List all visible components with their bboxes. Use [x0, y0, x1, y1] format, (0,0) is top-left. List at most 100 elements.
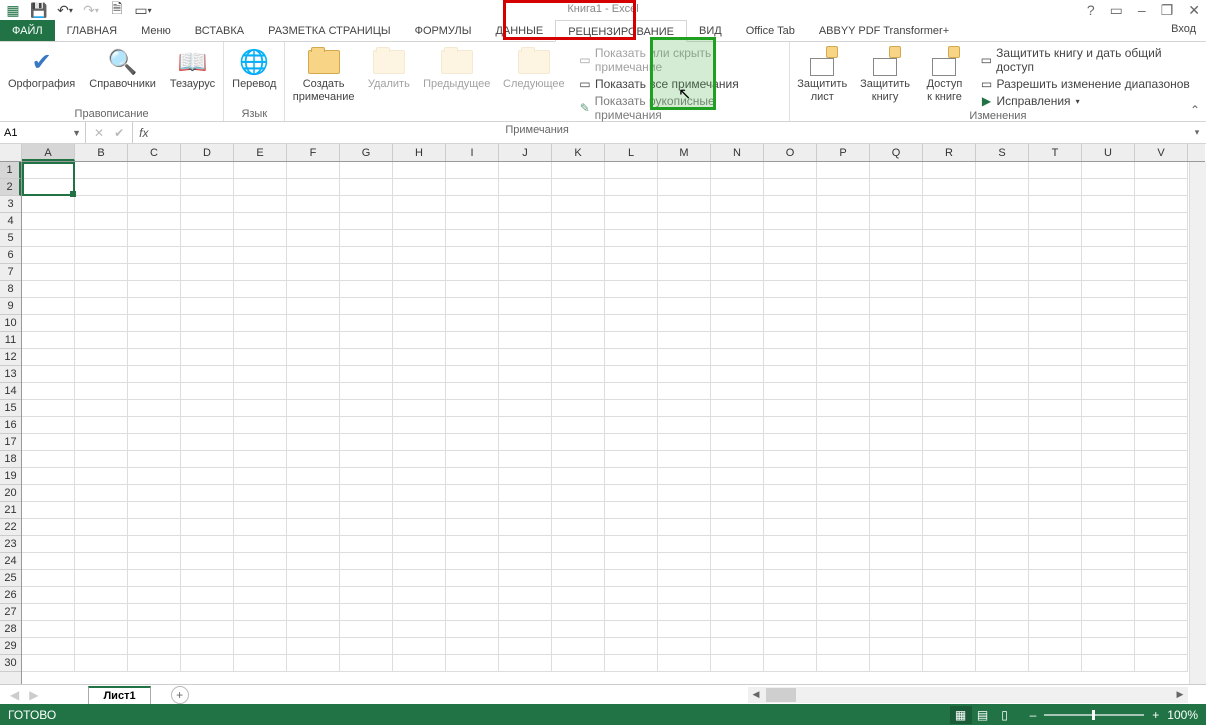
restore-icon[interactable]: ❐ [1161, 2, 1174, 19]
cell[interactable] [764, 655, 817, 672]
cell[interactable] [22, 553, 75, 570]
cell[interactable] [393, 604, 446, 621]
cell[interactable] [1029, 332, 1082, 349]
cell[interactable] [1135, 247, 1188, 264]
cell[interactable] [923, 553, 976, 570]
cell[interactable] [181, 332, 234, 349]
cell[interactable] [870, 247, 923, 264]
cell[interactable] [446, 553, 499, 570]
view-page-break-icon[interactable]: ▯ [994, 706, 1016, 724]
cell[interactable] [976, 230, 1029, 247]
row-header[interactable]: 29 [0, 638, 21, 655]
cell[interactable] [1029, 400, 1082, 417]
cell[interactable] [605, 179, 658, 196]
cell[interactable] [976, 332, 1029, 349]
cell[interactable] [923, 196, 976, 213]
cell[interactable] [22, 230, 75, 247]
cell[interactable] [446, 366, 499, 383]
cell[interactable] [1082, 247, 1135, 264]
cell[interactable] [181, 468, 234, 485]
cell[interactable] [658, 213, 711, 230]
cell[interactable] [393, 468, 446, 485]
row-header[interactable]: 15 [0, 400, 21, 417]
cell[interactable] [658, 383, 711, 400]
cell[interactable] [552, 468, 605, 485]
cell[interactable] [817, 281, 870, 298]
cell[interactable] [340, 196, 393, 213]
sign-in-link[interactable]: Вход [1161, 20, 1206, 41]
cell[interactable] [75, 213, 128, 230]
cell[interactable] [976, 400, 1029, 417]
cell[interactable] [446, 587, 499, 604]
cell[interactable] [128, 553, 181, 570]
cell[interactable] [1029, 536, 1082, 553]
cell[interactable] [870, 638, 923, 655]
cell[interactable] [605, 451, 658, 468]
previous-comment-button[interactable]: Предыдущее [420, 44, 494, 93]
cell[interactable] [711, 519, 764, 536]
cell[interactable] [976, 604, 1029, 621]
cell[interactable] [764, 587, 817, 604]
share-workbook-button[interactable]: Доступ к книге [919, 44, 969, 106]
cell[interactable] [605, 213, 658, 230]
cell[interactable] [711, 451, 764, 468]
cell[interactable] [711, 553, 764, 570]
cell[interactable] [75, 179, 128, 196]
cell[interactable] [128, 196, 181, 213]
cell[interactable] [923, 434, 976, 451]
cell[interactable] [393, 638, 446, 655]
cell[interactable] [340, 298, 393, 315]
cell[interactable] [711, 162, 764, 179]
cell[interactable] [446, 315, 499, 332]
cell[interactable] [923, 451, 976, 468]
cell[interactable] [22, 332, 75, 349]
zoom-in-icon[interactable]: + [1152, 708, 1159, 722]
column-header[interactable]: E [234, 144, 287, 161]
horizontal-scrollbar[interactable]: ◀ ▶ [748, 687, 1188, 703]
cell[interactable] [870, 604, 923, 621]
cell[interactable] [552, 485, 605, 502]
column-header[interactable]: M [658, 144, 711, 161]
cell[interactable] [75, 621, 128, 638]
row-header[interactable]: 26 [0, 587, 21, 604]
cell[interactable] [711, 298, 764, 315]
cell[interactable] [499, 162, 552, 179]
cell[interactable] [976, 485, 1029, 502]
cell[interactable] [340, 519, 393, 536]
cell[interactable] [287, 519, 340, 536]
cell[interactable] [658, 366, 711, 383]
cell[interactable] [923, 264, 976, 281]
cell[interactable] [446, 434, 499, 451]
cell[interactable] [870, 553, 923, 570]
cell[interactable] [499, 281, 552, 298]
cell[interactable] [1029, 621, 1082, 638]
cell[interactable] [234, 332, 287, 349]
undo-icon[interactable]: ↶▾ [57, 2, 73, 18]
cell[interactable] [711, 434, 764, 451]
cell[interactable] [711, 468, 764, 485]
cell[interactable] [605, 196, 658, 213]
cell[interactable] [234, 162, 287, 179]
cell[interactable] [1135, 230, 1188, 247]
cell[interactable] [1082, 179, 1135, 196]
hscroll-left-icon[interactable]: ◀ [748, 689, 764, 700]
cell[interactable] [446, 519, 499, 536]
cell[interactable] [75, 298, 128, 315]
cell[interactable] [181, 502, 234, 519]
cell[interactable] [923, 349, 976, 366]
cell[interactable] [870, 400, 923, 417]
cell[interactable] [658, 400, 711, 417]
column-header[interactable]: L [605, 144, 658, 161]
cell[interactable] [605, 604, 658, 621]
select-all-corner[interactable] [0, 144, 22, 162]
cell[interactable] [499, 366, 552, 383]
cell[interactable] [393, 213, 446, 230]
cell[interactable] [446, 570, 499, 587]
cell[interactable] [605, 247, 658, 264]
sheet-tab-active[interactable]: Лист1 [88, 686, 150, 704]
cell[interactable] [605, 468, 658, 485]
cell[interactable] [287, 417, 340, 434]
cell[interactable] [976, 655, 1029, 672]
cell[interactable] [605, 366, 658, 383]
cell[interactable] [711, 196, 764, 213]
